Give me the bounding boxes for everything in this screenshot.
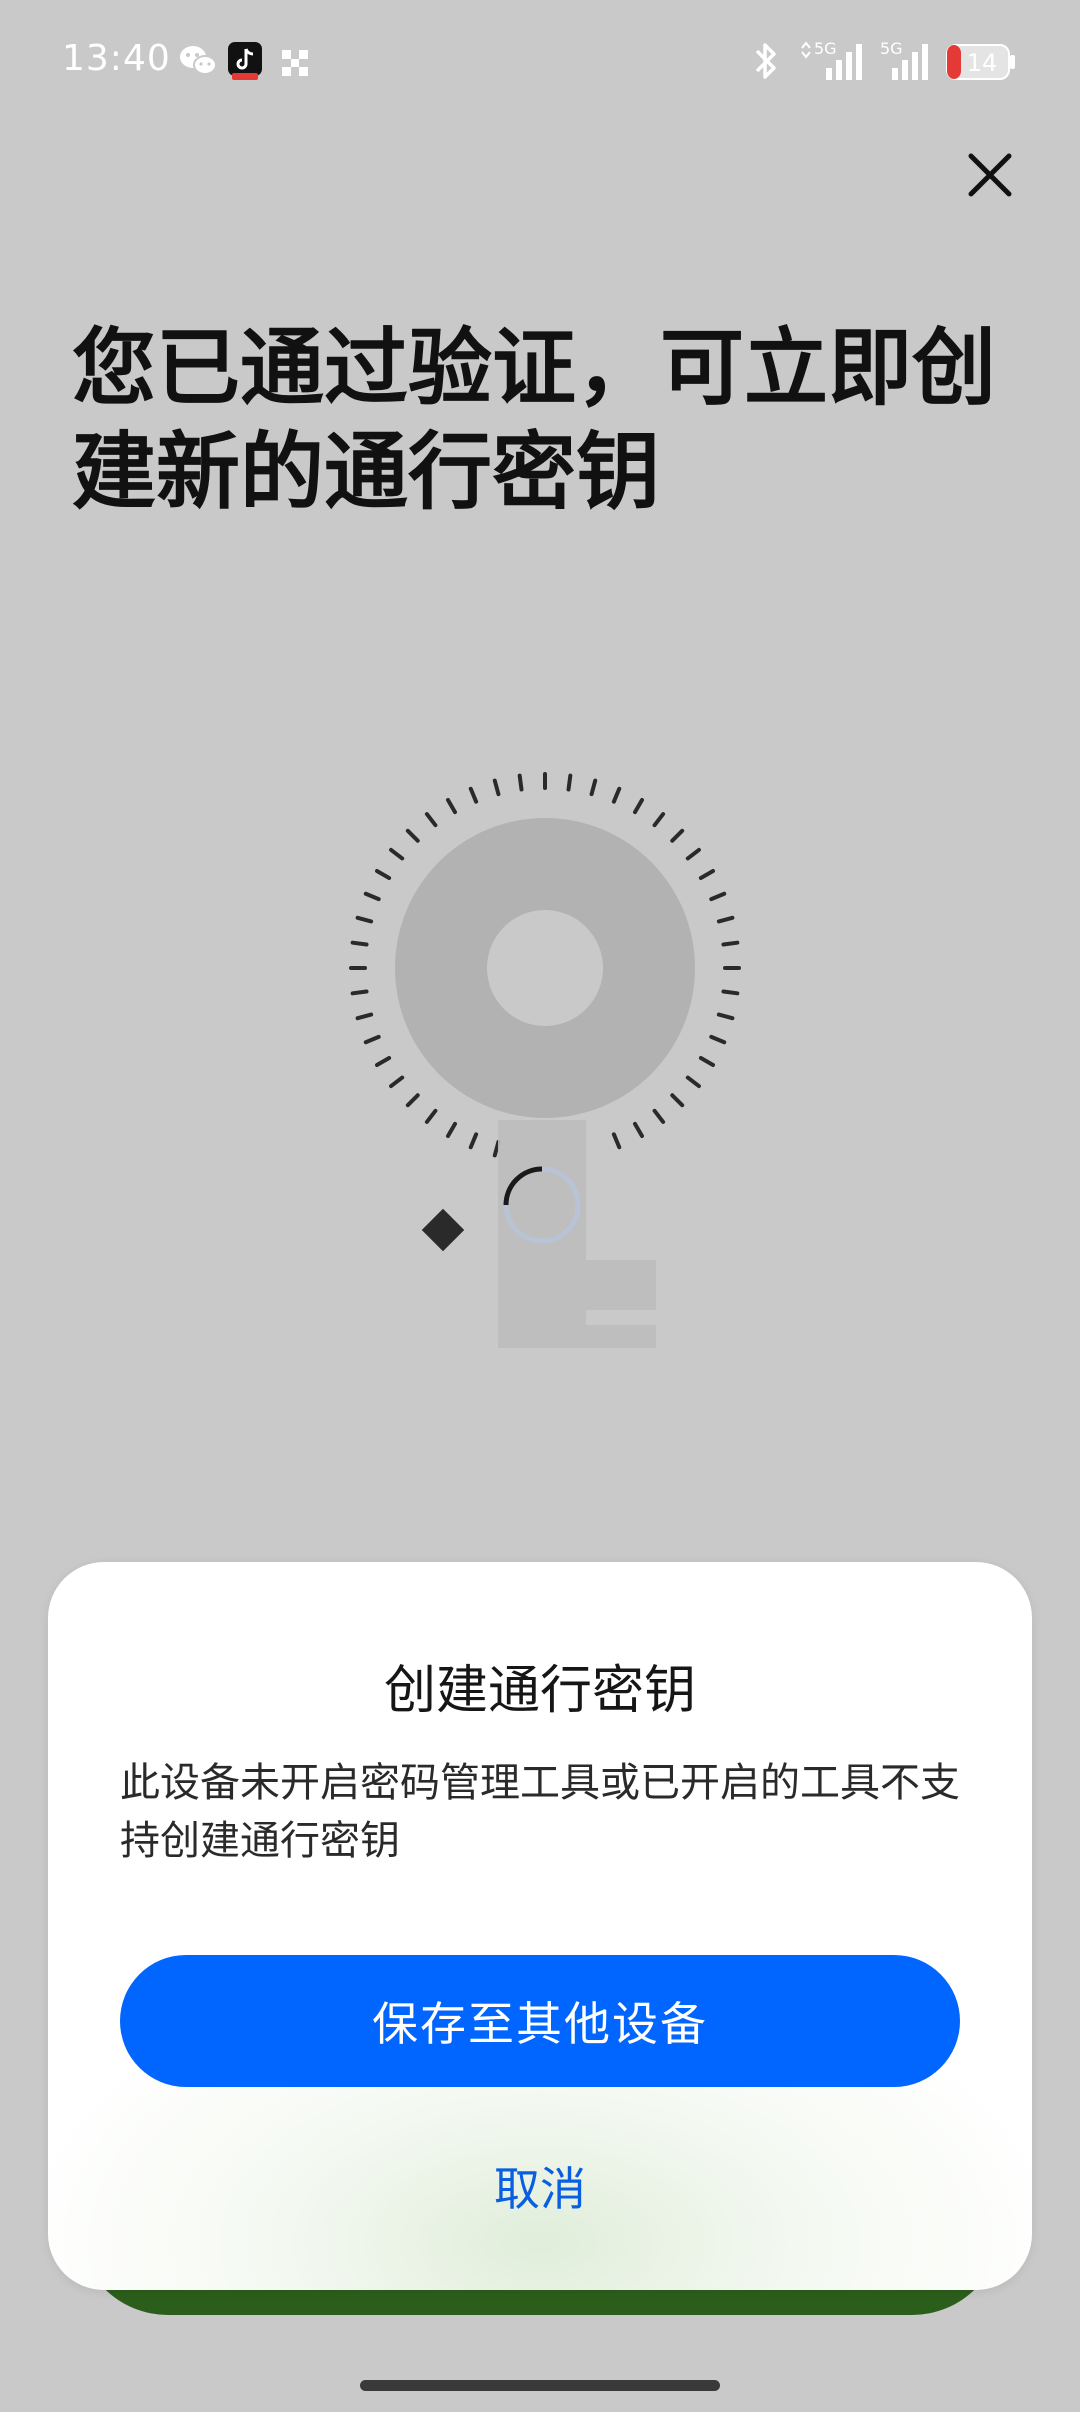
dialog-sheet: 创建通行密钥 此设备未开启密码管理工具或已开启的工具不支持创建通行密钥 保存至其… [48,1562,1032,2290]
dial-tick [350,940,369,947]
svg-text:5G: 5G [880,39,903,58]
dial-tick [709,1034,727,1045]
dial-tick [363,891,381,902]
dial-tick [405,828,420,843]
save-to-other-device-button[interactable]: 保存至其他设备 [120,1955,960,2087]
dial-tick [374,869,392,880]
dial-tick [566,773,573,792]
close-icon [968,153,1012,197]
dial-tick [698,1056,716,1067]
signal-icon: 5G [798,38,868,86]
home-indicator[interactable] [360,2380,720,2391]
dial-tick [716,915,735,924]
dial-tick [492,1139,501,1158]
dial-tick [468,1132,479,1150]
dial-tick [611,1132,622,1150]
dial-tick [652,1108,666,1124]
dial-tick [424,1108,438,1124]
dialog-title: 创建通行密钥 [383,1661,696,1721]
dialog-message: 此设备未开启密码管理工具或已开启的工具不支持创建通行密钥 [120,1760,960,1864]
dial-tick [589,778,598,797]
dial-tick [698,869,716,880]
dial-tick [389,847,405,861]
svg-text:5G: 5G [814,39,837,58]
dial-tick [363,1034,381,1045]
dial-tick [424,812,438,828]
key-illustration [330,760,750,1400]
dial-tick [685,847,701,861]
dial-tick [446,1121,457,1139]
dial-tick [355,915,374,924]
dial-tick [611,786,622,804]
close-button[interactable] [955,140,1025,210]
tiktok-icon [226,40,266,86]
dial-tick [721,989,740,996]
dial-tick [633,1121,644,1139]
page-title: 您已通过验证，可立即创建新的通行密钥 [72,319,997,521]
dial-tick [374,1056,392,1067]
dial-tick [468,786,479,804]
dial-tick [709,891,727,902]
dial-tick [355,1012,374,1021]
bluetooth-icon [752,40,780,86]
dial-tick [670,828,685,843]
status-bar: 13:40 5G 5G 14 [0,0,1080,120]
cancel-button[interactable]: 取消 [390,2144,690,2228]
dial-tick [350,989,369,996]
battery-icon: 14 [946,44,1016,84]
wechat-icon [178,44,218,82]
dial-tick [446,797,457,815]
dial-tick [389,1075,405,1089]
dial-tick [633,797,644,815]
signal-icon: 5G [878,38,934,86]
dial-tick [716,1012,735,1021]
dial-tick [405,1093,420,1108]
key-icon [349,772,741,1348]
dial-tick [517,773,524,792]
status-time: 13:40 [62,38,171,79]
dial-tick [492,778,501,797]
dial-tick [670,1093,685,1108]
dial-tick [685,1075,701,1089]
svg-text:14: 14 [967,49,998,77]
dial-tick [721,940,740,947]
dial-tick [652,812,666,828]
grid-app-icon [280,48,310,82]
